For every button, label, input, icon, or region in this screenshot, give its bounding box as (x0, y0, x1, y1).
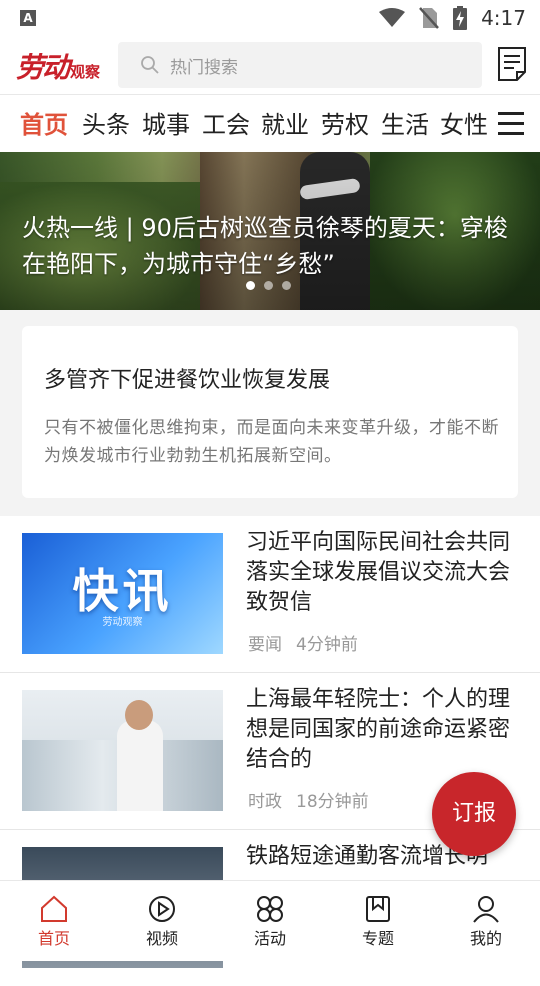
news-title: 上海最年轻院士：个人的理想是同国家的前途命运紧密结合的 (246, 687, 511, 772)
nav-video[interactable]: 视频 (122, 895, 202, 949)
news-title: 习近平向国际民间社会共同落实全球发展倡议交流大会致贺信 (246, 530, 511, 615)
app-logo: 劳动 观察 (16, 46, 101, 84)
notification-a-icon: A (20, 10, 36, 26)
carousel-dot (264, 281, 273, 290)
news-category: 要闻 (248, 635, 282, 655)
bottom-navigation: 首页 视频 活动 专题 我的 (0, 880, 540, 961)
news-thumbnail: 快讯 劳动观察 (22, 533, 223, 654)
nav-profile[interactable]: 我的 (446, 895, 526, 949)
tab-women[interactable]: 女性 (440, 105, 488, 140)
nav-label: 我的 (469, 929, 502, 948)
feature-card[interactable]: 多管齐下促进餐饮业恢复发展 只有不被僵化思维拘束，而是面向未来变革升级，才能不断… (22, 326, 518, 498)
thumbnail-caption: 快讯 (72, 564, 173, 618)
tab-home[interactable]: 首页 (20, 105, 68, 140)
tab-employment[interactable]: 就业 (261, 105, 309, 140)
news-meta: 时政 18分钟前 (248, 787, 369, 812)
app-header: 劳动 观察 热门搜索 (0, 36, 540, 94)
channel-tabs: 首页 头条 城事 工会 就业 劳权 生活 女性 (0, 94, 540, 153)
news-thumbnail (22, 690, 223, 811)
activity-icon (257, 896, 283, 922)
status-bar: A 4:17 (0, 0, 540, 36)
news-time: 4分钟前 (296, 635, 358, 655)
logo-main-text: 劳动 (16, 51, 70, 84)
news-item[interactable]: 快讯 劳动观察 习近平向国际民间社会共同落实全球发展倡议交流大会致贺信 要闻 4分… (0, 516, 540, 673)
nav-label: 视频 (145, 929, 178, 948)
menu-icon[interactable] (498, 111, 524, 135)
feature-card-summary: 只有不被僵化思维拘束，而是面向未来变革升级，才能不断为焕发城市行业勃勃生机拓展新… (44, 418, 499, 466)
play-icon (149, 896, 175, 922)
carousel-dot (282, 281, 291, 290)
news-time: 18分钟前 (296, 792, 369, 812)
search-bar[interactable]: 热门搜索 (118, 42, 482, 88)
newspaper-icon[interactable] (496, 46, 528, 82)
banner-carousel[interactable]: 火热一线 | 90后古树巡查员徐琴的夏天：穿梭在艳阳下，为城市守住“乡愁” (0, 152, 540, 310)
tab-city[interactable]: 城事 (142, 105, 190, 140)
nav-topics[interactable]: 专题 (338, 895, 418, 949)
nav-label: 首页 (37, 929, 70, 948)
search-icon (141, 56, 159, 74)
logo-sub-text: 观察 (70, 63, 101, 81)
user-icon (473, 896, 499, 923)
news-meta: 要闻 4分钟前 (248, 630, 358, 655)
bookmark-icon (366, 896, 390, 922)
subscribe-button[interactable]: 订报 (432, 772, 516, 856)
tab-labor-rights[interactable]: 劳权 (321, 105, 369, 140)
nav-activity[interactable]: 活动 (230, 895, 310, 949)
clock: 4:17 (481, 6, 526, 30)
tab-life[interactable]: 生活 (381, 105, 429, 140)
nav-label: 专题 (361, 929, 394, 948)
news-category: 时政 (248, 792, 282, 812)
thumbnail-logo: 劳动观察 (102, 617, 143, 628)
search-placeholder: 热门搜索 (170, 57, 238, 78)
nav-label: 活动 (253, 929, 286, 948)
battery-charging-icon (453, 6, 468, 30)
carousel-indicator (246, 281, 291, 290)
banner-title: 火热一线 | 90后古树巡查员徐琴的夏天：穿梭在艳阳下，为城市守住“乡愁” (22, 214, 508, 278)
feature-card-title: 多管齐下促进餐饮业恢复发展 (44, 368, 331, 393)
tab-headlines[interactable]: 头条 (82, 105, 130, 140)
nav-home[interactable]: 首页 (14, 895, 94, 949)
carousel-dot (246, 281, 255, 290)
tab-union[interactable]: 工会 (202, 105, 250, 140)
no-sim-icon (419, 7, 440, 29)
wifi-icon (379, 8, 406, 27)
home-icon (41, 895, 67, 922)
